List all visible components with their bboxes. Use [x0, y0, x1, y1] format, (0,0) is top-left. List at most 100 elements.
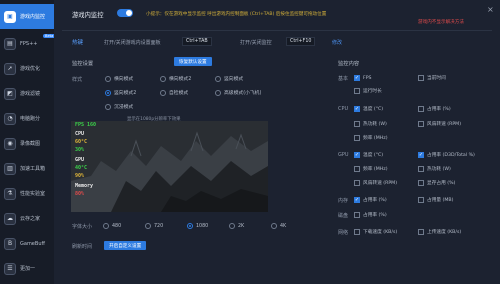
- overlay-gpu-temp: 40°C: [75, 165, 88, 171]
- checkbox-gpu-vram[interactable]: 显存占用 (%): [418, 180, 455, 186]
- style-radio-vertical[interactable]: 竖向模式: [215, 75, 243, 82]
- checkbox-cpu-freq[interactable]: 频率 (MHz): [354, 135, 388, 141]
- size-radio-1080[interactable]: 1080: [187, 223, 208, 229]
- overlay-memory-label: Memory: [75, 183, 94, 189]
- checkbox-box: [354, 180, 360, 186]
- style-radio-vertical-2[interactable]: 竖向模式2: [105, 89, 136, 96]
- size-radio-2k[interactable]: 2K: [229, 223, 244, 229]
- sidebar-item-label: 游戏优化: [20, 66, 41, 72]
- style-radio-horizontal[interactable]: 横向模式: [105, 75, 133, 82]
- check-icon: ✓: [418, 151, 424, 158]
- overlay-cpu-temp: 60°C: [75, 139, 88, 145]
- checkbox-gpu-temp[interactable]: ✓ 温度 (°C): [354, 152, 383, 158]
- checkbox-box: [418, 180, 424, 186]
- style-radio-horizontal-2[interactable]: 横向模式2: [160, 75, 191, 82]
- style-radio-immersive[interactable]: 沉浸模式: [105, 103, 133, 110]
- radio-dot: [105, 89, 111, 96]
- radio-dot: [187, 223, 193, 229]
- checkbox-cpu-temp[interactable]: ✓ 温度 (°C): [354, 106, 383, 112]
- custom-settings-button[interactable]: 开启自定义设置: [104, 241, 147, 250]
- checkbox-memory-amount[interactable]: 占用量 (MB): [418, 197, 453, 203]
- radio-dot: [229, 223, 235, 229]
- checkbox-box: [354, 88, 360, 94]
- checkbox-label: 频率 (MHz): [363, 167, 388, 172]
- radio-label: 高级模式(小飞机): [224, 91, 262, 96]
- sidebar-item-cloud[interactable]: ☁ 云存之家: [0, 206, 54, 231]
- checkbox-cpu-usage[interactable]: 占用率 (%): [418, 106, 451, 112]
- checkbox-box: [418, 106, 424, 112]
- size-label: 字体大小: [72, 224, 93, 230]
- radio-label: 竖向模式2: [114, 91, 137, 96]
- filter-icon: ◩: [4, 87, 16, 100]
- fps-icon: ▤: [4, 37, 16, 50]
- checkbox-box: [354, 212, 360, 218]
- group-label-cpu: CPU: [338, 106, 349, 112]
- radio-label: 横向模式: [114, 77, 134, 82]
- open-panel-key-field[interactable]: Ctrl+TAB: [182, 37, 212, 46]
- checkbox-label: 占用率 (%): [363, 198, 387, 203]
- main-panel: 游戏内监控 小提示：仅在游戏中显示监控 呼出游戏内控制面板 (Ctrl+TAB)…: [54, 0, 500, 284]
- gamebuff-icon: B: [4, 237, 16, 250]
- radio-label: 720: [154, 223, 164, 229]
- page-title: 游戏内监控: [72, 12, 104, 19]
- help-link[interactable]: 游戏内不显示解决方法: [418, 19, 464, 25]
- checkbox-current-time[interactable]: 当前时间: [418, 75, 446, 81]
- monitor-toggle[interactable]: [117, 9, 133, 17]
- size-radio-720[interactable]: 720: [145, 223, 163, 229]
- checkbox-label: 上传速度 (KB/s): [427, 230, 462, 235]
- checkbox-label: 热功耗 (W): [363, 122, 387, 127]
- radio-label: 4K: [280, 223, 287, 229]
- check-icon: ✓: [354, 74, 360, 81]
- hotkeys-title: 热键: [72, 40, 84, 46]
- checkbox-label: 显存占用 (%): [427, 181, 456, 186]
- style-radio-advanced[interactable]: 高级模式(小飞机): [215, 89, 261, 96]
- checkbox-memory-usage[interactable]: ✓ 占用率 (%): [354, 197, 387, 203]
- sidebar-item-label: 电脑跑分: [20, 116, 41, 122]
- radio-label: 沉浸模式: [114, 105, 134, 110]
- style-radio-self-check[interactable]: 自检模式: [160, 89, 188, 96]
- sidebar-item-toolbox[interactable]: ▥ 加速工具箱: [0, 156, 54, 181]
- checkbox-fps[interactable]: ✓ FPS: [354, 75, 372, 81]
- size-radio-4k[interactable]: 4K: [271, 223, 286, 229]
- checkbox-gpu-fan[interactable]: 风扇转速 (RPM): [354, 180, 397, 186]
- refresh-label: 刷新时间: [72, 244, 93, 250]
- monitor-icon: ▣: [4, 10, 16, 23]
- restore-default-button[interactable]: 恢复默认设置: [174, 57, 212, 66]
- checkbox-box: [418, 166, 424, 172]
- sidebar-item-game-filter[interactable]: ◩ 游戏滤镜: [0, 81, 54, 106]
- checkbox-upload-speed[interactable]: 上传速度 (KB/s): [418, 229, 461, 235]
- checkbox-gpu-usage[interactable]: ✓ 占用率 (D3D/Total %): [418, 152, 475, 158]
- radio-dot: [160, 75, 166, 82]
- check-icon: ✓: [354, 105, 360, 112]
- toggle-monitor-key-field[interactable]: Ctrl+F10: [286, 37, 316, 46]
- checkbox-gpu-power[interactable]: 热功耗 (W): [418, 166, 451, 172]
- sidebar-item-more[interactable]: ☰ 更加一: [0, 256, 54, 281]
- checkbox-disk-usage[interactable]: 占用率 (%): [354, 212, 387, 218]
- modify-hotkey-link[interactable]: 修改: [332, 39, 342, 46]
- checkbox-download-speed[interactable]: 下载速度 (KB/s): [354, 229, 397, 235]
- sidebar-item-in-game-monitor[interactable]: ▣ 游戏内监控: [0, 4, 54, 29]
- sidebar-item-game-optimize[interactable]: ➚ 游戏优化: [0, 56, 54, 81]
- sidebar-item-gamebuff[interactable]: B GameBuff: [0, 231, 54, 256]
- checkbox-cpu-fan[interactable]: 风扇转速 (RPM): [418, 121, 461, 127]
- checkbox-box: [418, 121, 424, 127]
- checkbox-box: [418, 75, 424, 81]
- divider: [62, 30, 492, 31]
- overlay-preview: FPS 160 CPU 60°C 30% GPU 40°C 90% Memory…: [71, 121, 268, 212]
- checkbox-cpu-power[interactable]: 热功耗 (W): [354, 121, 387, 127]
- style-label: 样式: [72, 77, 83, 83]
- checkbox-box: [418, 197, 424, 203]
- sidebar-item-benchmark[interactable]: ◔ 电脑跑分: [0, 106, 54, 131]
- checkbox-box: [354, 135, 360, 141]
- preview-background-image: [71, 121, 268, 212]
- sidebar-item-lab[interactable]: ⚗ 性能实验室: [0, 181, 54, 206]
- size-radio-480[interactable]: 480: [103, 223, 121, 229]
- checkbox-run-time[interactable]: 运行时长: [354, 88, 382, 94]
- radio-dot: [160, 89, 166, 96]
- checkbox-gpu-freq[interactable]: 频率 (MHz): [354, 166, 388, 172]
- sidebar-item-recording[interactable]: ◉ 录像截图: [0, 131, 54, 156]
- rocket-icon: ➚: [4, 62, 16, 75]
- sidebar-item-fps[interactable]: ▤ FPS++ Beta: [0, 31, 56, 56]
- close-icon[interactable]: ×: [487, 5, 494, 14]
- radio-label: 横向模式2: [169, 77, 192, 82]
